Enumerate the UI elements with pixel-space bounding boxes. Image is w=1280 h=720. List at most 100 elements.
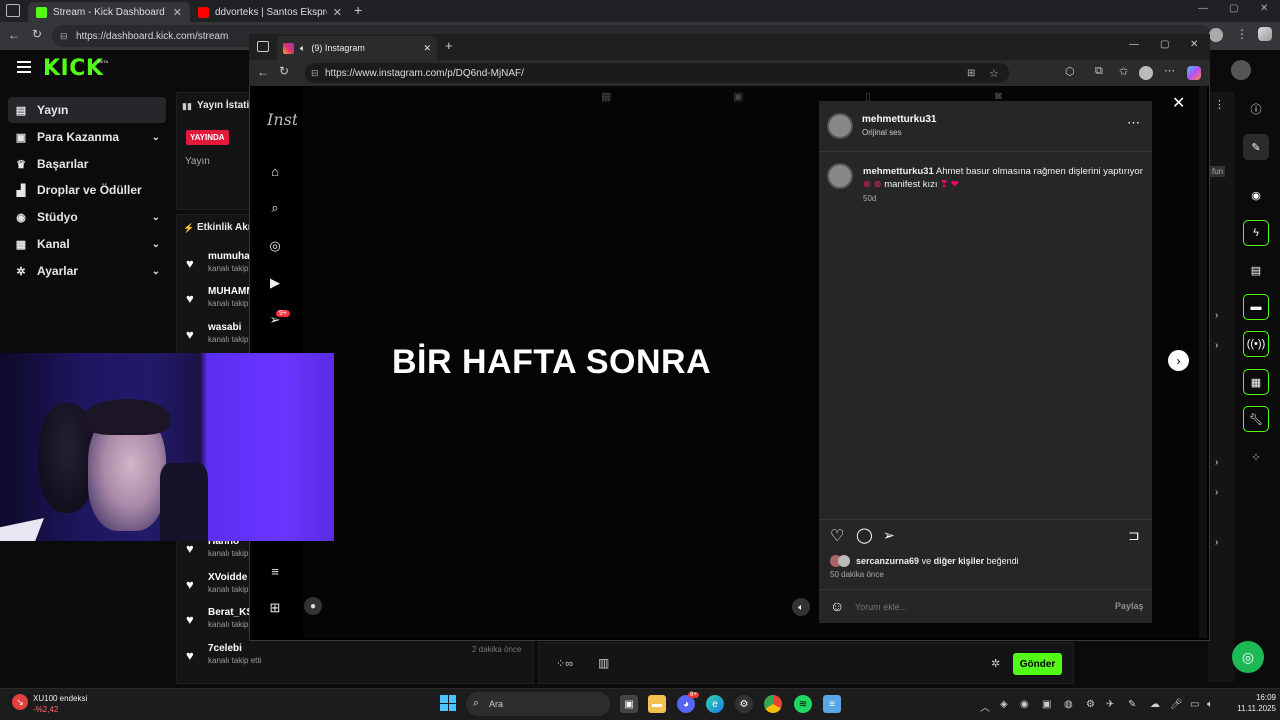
document-icon[interactable]: ▤: [1243, 257, 1269, 283]
tray-app-icon[interactable]: ◈: [1000, 699, 1008, 710]
new-tab-button[interactable]: +: [445, 38, 453, 53]
list-item[interactable]: ♥ Berat_KS kanalı takip: [186, 607, 253, 641]
sidebar-item-kanal[interactable]: ▦ Kanal ⌄: [8, 231, 166, 257]
task-view-icon[interactable]: ▣: [620, 695, 638, 713]
avatar[interactable]: [827, 113, 853, 139]
new-tab-button[interactable]: +: [354, 2, 362, 18]
windows-start-icon[interactable]: [440, 695, 456, 711]
meta-apps-icon[interactable]: ⊞: [266, 599, 284, 617]
instagram-logo[interactable]: Insta: [267, 110, 297, 129]
minimize-icon[interactable]: —: [1129, 39, 1139, 50]
tab-kick-dashboard[interactable]: Stream - Kick Dashboard ✕: [28, 2, 190, 22]
camera-icon[interactable]: ◉: [1243, 182, 1269, 208]
kick-logo[interactable]: KICK: [43, 56, 103, 81]
broadcast-signal-icon[interactable]: ((•)): [1243, 331, 1269, 357]
maximize-icon[interactable]: ▢: [1229, 3, 1238, 14]
chevron-right-icon[interactable]: ›: [1215, 310, 1218, 321]
tray-app-icon[interactable]: ✎: [1128, 699, 1136, 710]
tray-app-icon[interactable]: ▣: [1042, 699, 1051, 710]
share-icon[interactable]: ➢: [883, 527, 895, 544]
info-icon[interactable]: ⓘ: [1243, 96, 1269, 122]
reload-icon[interactable]: ↻: [279, 64, 289, 78]
list-item[interactable]: ♥ 7celebi kanalı takip etti: [186, 643, 261, 677]
steam-tray-icon[interactable]: ⚙: [1086, 699, 1095, 710]
close-tab-icon[interactable]: ✕: [333, 6, 342, 19]
mute-icon[interactable]: 🔈︎: [792, 598, 810, 616]
likes-user[interactable]: sercanzurna69: [856, 556, 919, 566]
copilot-icon[interactable]: [1258, 27, 1272, 41]
chevron-right-icon[interactable]: ›: [1215, 487, 1218, 498]
hamburger-menu-icon[interactable]: [17, 61, 31, 73]
close-tab-icon[interactable]: ✕: [173, 6, 182, 19]
more-vertical-icon[interactable]: ⋮: [1214, 98, 1225, 111]
volume-icon[interactable]: 🔈︎: [1207, 699, 1213, 710]
share-comment-button[interactable]: Paylaş: [1115, 601, 1144, 611]
comment-input[interactable]: [855, 599, 1095, 615]
store-icon[interactable]: ▥: [598, 656, 609, 670]
clock[interactable]: 16:09 11.11.2025: [1222, 692, 1276, 714]
sidebar-item-studyo[interactable]: ◉ Stüdyo ⌄: [8, 204, 166, 230]
list-item[interactable]: ♥ wasabi kanalı takip: [186, 322, 248, 356]
tray-app-icon[interactable]: ◍: [1064, 699, 1073, 710]
profile-avatar[interactable]: [1209, 28, 1223, 42]
apps-icon[interactable]: ⁘: [1243, 444, 1269, 470]
more-options-icon[interactable]: ⋯: [1127, 115, 1140, 131]
ig-scrollbar[interactable]: [1199, 86, 1207, 638]
tab-instagram[interactable]: 🔈︎ (9) Instagram ✕: [277, 36, 437, 60]
next-post-button[interactable]: ›: [1168, 350, 1189, 371]
wrench-icon[interactable]: 🔧︎: [1243, 406, 1269, 432]
split-screen-icon[interactable]: ⧉: [1095, 65, 1103, 78]
audio-icon[interactable]: 🔈︎: [300, 43, 305, 54]
profile-avatar[interactable]: [1139, 66, 1153, 80]
steam-icon[interactable]: ⚙: [735, 695, 753, 713]
audio-label[interactable]: Orijinal ses: [862, 128, 902, 137]
edge-icon[interactable]: e: [706, 695, 724, 713]
caption-username[interactable]: mehmetturku31: [863, 166, 934, 177]
sidebar-item-para-kazanma[interactable]: ▣ Para Kazanma ⌄: [8, 124, 166, 150]
tab-actions-icon[interactable]: [257, 41, 269, 52]
taskbar-search[interactable]: ⌕ Ara: [466, 692, 610, 716]
favorite-star-icon[interactable]: ☆: [989, 67, 999, 80]
comment-icon[interactable]: ◯: [856, 526, 873, 544]
file-explorer-icon[interactable]: ▬: [648, 695, 666, 713]
back-icon[interactable]: ←: [8, 28, 20, 42]
home-icon[interactable]: ⌂: [266, 162, 284, 180]
search-icon[interactable]: ⌕: [266, 199, 284, 217]
sidebar-item-ayarlar[interactable]: ✲ Ayarlar ⌄: [8, 258, 166, 284]
minimize-icon[interactable]: —: [1198, 3, 1208, 14]
notepad-icon[interactable]: ≡: [823, 695, 841, 713]
close-modal-icon[interactable]: ✕: [1172, 93, 1185, 113]
likes-summary[interactable]: sercanzurna69 ve diğer kişiler beğendi: [856, 556, 1019, 566]
lightning-icon[interactable]: ϟ: [1243, 220, 1269, 246]
microphone-icon[interactable]: 🎤︎: [1170, 699, 1183, 710]
post-username[interactable]: mehmetturku31: [862, 114, 936, 125]
like-heart-icon[interactable]: ♡: [830, 526, 844, 546]
chevron-right-icon[interactable]: ›: [1215, 340, 1218, 351]
layout-icon[interactable]: ▦: [1243, 369, 1269, 395]
list-item[interactable]: ♥ XVoidde kanalı takip: [186, 572, 248, 606]
spotify-icon[interactable]: ≋: [794, 695, 812, 713]
show-hidden-icons[interactable]: ︿: [980, 699, 990, 714]
more-menu-icon[interactable]: ⋮: [1236, 27, 1248, 41]
display-icon[interactable]: ▭: [1190, 699, 1199, 710]
chat-settings-icon[interactable]: ✲: [991, 657, 1000, 670]
explore-icon[interactable]: ◎: [266, 237, 284, 255]
back-icon[interactable]: ←: [257, 65, 269, 79]
copilot-icon[interactable]: [1187, 66, 1201, 80]
chevron-right-icon[interactable]: ›: [1215, 537, 1218, 548]
send-button[interactable]: Gönder: [1013, 653, 1062, 675]
bookmark-icon[interactable]: ⊐: [1128, 527, 1140, 544]
sidebar-item-basarilar[interactable]: ♛ Başarılar: [8, 151, 166, 177]
support-chat-button[interactable]: ◎: [1232, 641, 1264, 673]
network-icon[interactable]: ☁: [1150, 699, 1160, 710]
avatar[interactable]: [827, 163, 853, 189]
close-window-icon[interactable]: ✕: [1190, 39, 1198, 50]
chevron-right-icon[interactable]: ›: [1215, 457, 1218, 468]
edit-icon[interactable]: ✎: [1243, 134, 1269, 160]
maximize-icon[interactable]: ▢: [1160, 39, 1169, 50]
reload-icon[interactable]: ↻: [32, 27, 42, 41]
tab-actions-icon[interactable]: [6, 4, 20, 17]
sidebar-item-droplar[interactable]: ▟ Droplar ve Ödüller: [8, 177, 166, 203]
emote-icon[interactable]: ⁘∞: [556, 657, 573, 670]
chrome-icon[interactable]: [764, 695, 782, 713]
